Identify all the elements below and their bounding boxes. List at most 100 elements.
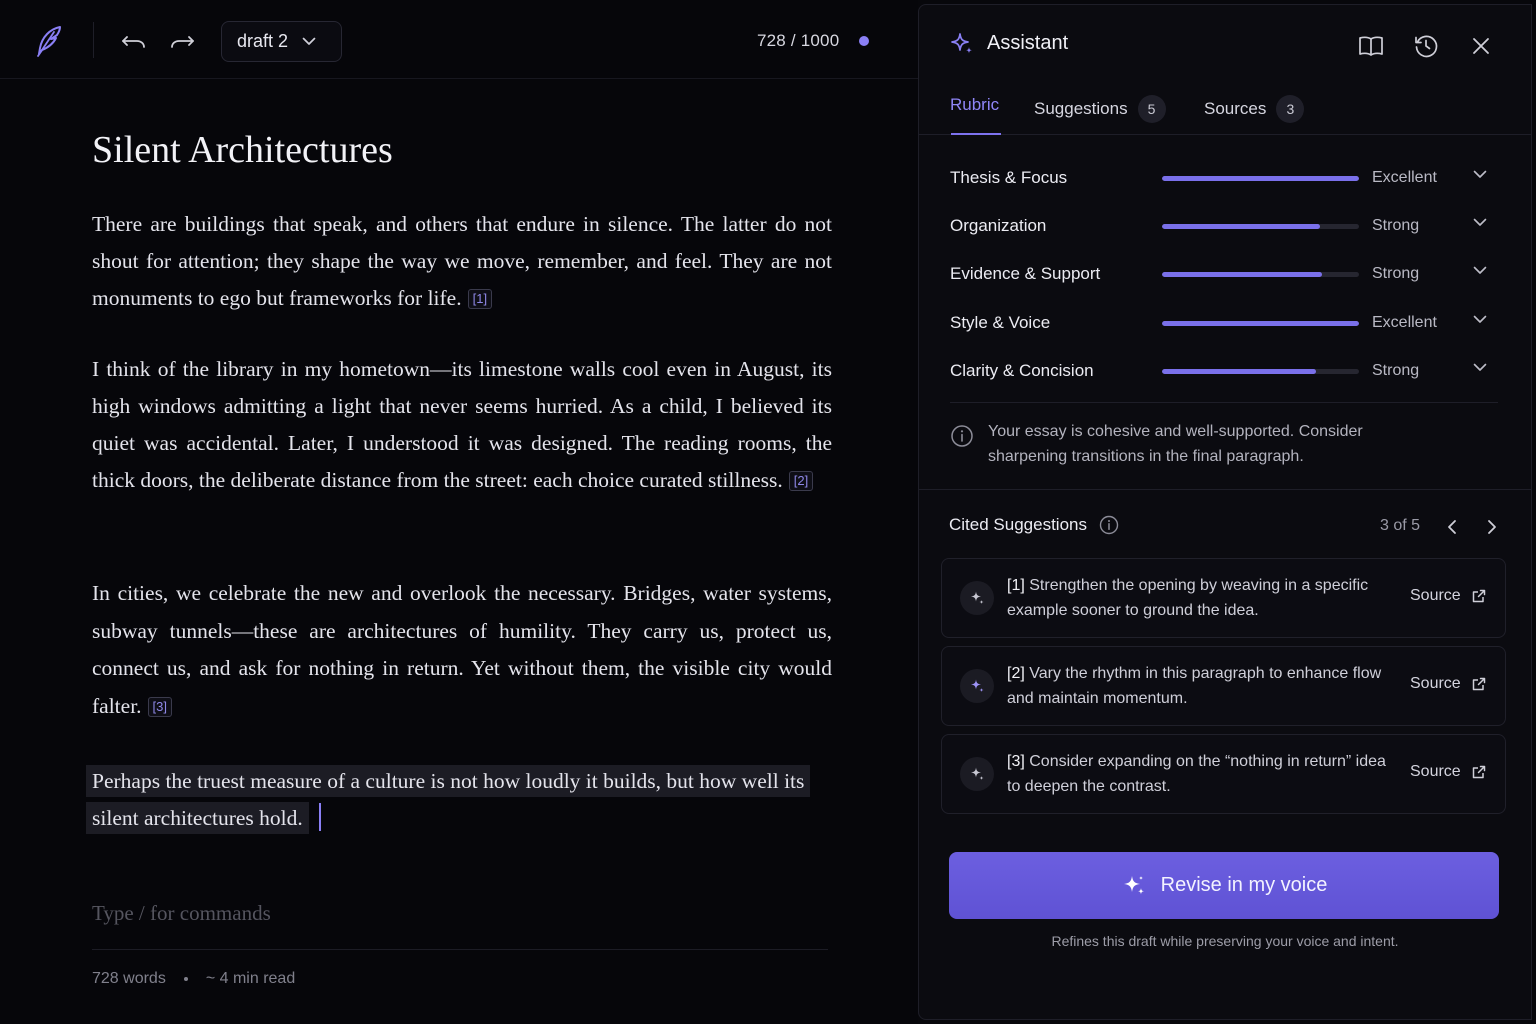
history-icon — [1415, 35, 1438, 58]
suggestion-body: Strengthen the opening by weaving in a s… — [1007, 577, 1369, 619]
source-link[interactable]: Source — [1410, 587, 1487, 605]
chevron-down-icon — [302, 37, 316, 45]
close-icon — [1473, 38, 1489, 54]
rubric-rating: Excellent — [1372, 169, 1437, 186]
source-link[interactable]: Source — [1410, 675, 1487, 693]
citation-marker[interactable]: [3] — [147, 696, 173, 717]
section-divider — [919, 489, 1531, 490]
rubric-score-bar — [1162, 223, 1359, 229]
selection-highlight: Perhaps the truest measure of a culture … — [86, 765, 811, 834]
tab-label: Rubric — [950, 95, 1000, 114]
rubric-label: Thesis & Focus — [950, 168, 1068, 187]
draft-label: draft 2 — [237, 31, 289, 51]
summary-text: Your essay is cohesive and well-supporte… — [988, 423, 1363, 465]
tab-label: Sources — [1204, 99, 1267, 118]
revise-in-my-voice-button[interactable]: Revise in my voice — [949, 852, 1499, 919]
rubric-score-bar — [1162, 271, 1359, 277]
info-icon[interactable] — [1099, 515, 1119, 535]
section-title: Cited Suggestions — [949, 515, 1087, 534]
source-link[interactable]: Source — [1410, 763, 1487, 781]
paragraph-text: In cities, we celebrate the new and over… — [92, 581, 832, 718]
next-suggestion-button[interactable] — [1480, 515, 1504, 539]
selected-paragraph[interactable]: Perhaps the truest measure of a culture … — [86, 763, 852, 837]
suggestion-card[interactable]: [2] Vary the rhythm in this paragraph to… — [941, 646, 1506, 726]
toolbar-divider — [93, 22, 94, 58]
tab-label: Suggestions — [1034, 99, 1128, 118]
text-cursor — [318, 803, 321, 831]
suggestion-card[interactable]: [1] Strengthen the opening by weaving in… — [941, 558, 1506, 638]
rubric-rating: Strong — [1372, 217, 1420, 234]
paragraph[interactable]: There are buildings that speak, and othe… — [92, 206, 832, 317]
citation-marker[interactable]: [2] — [788, 471, 814, 491]
draft-selector[interactable]: draft 2 — [221, 21, 342, 62]
command-input[interactable] — [92, 897, 828, 929]
previous-suggestion-button[interactable] — [1440, 515, 1464, 539]
rubric-label: Style & Voice — [950, 313, 1051, 332]
suggestion-body: Vary the rhythm in this paragraph to enh… — [1007, 665, 1382, 707]
word-count: 728 words — [92, 970, 166, 987]
external-link-icon — [1472, 677, 1485, 691]
separator-dot — [183, 977, 188, 981]
book-icon — [1359, 36, 1383, 56]
rubric-row[interactable]: Style & Voice Excellent — [950, 308, 1500, 338]
rubric-row[interactable]: Evidence & Support Strong — [950, 259, 1500, 289]
suggestion-number: [1] — [1007, 577, 1025, 594]
panel-title: Assistant — [987, 32, 1069, 54]
count-badge: 3 — [1276, 95, 1305, 123]
suggestion-card[interactable]: [3] Consider expanding on the “nothing i… — [941, 734, 1506, 814]
sparkle-icon — [949, 31, 975, 62]
rubric-row[interactable]: Clarity & Concision Strong — [950, 356, 1500, 386]
footer-divider — [92, 949, 828, 950]
tab-rubric[interactable]: Rubric — [950, 95, 999, 115]
close-panel-button[interactable] — [1466, 31, 1496, 61]
cited-suggestions-heading: Cited Suggestions — [949, 515, 1119, 535]
rubric-label: Organization — [950, 216, 1047, 235]
paragraph[interactable]: I think of the library in my hometown—it… — [92, 351, 832, 499]
chevron-down-icon — [1473, 170, 1487, 178]
sparkle-icon — [960, 581, 994, 615]
history-button[interactable] — [1411, 31, 1441, 61]
rubric-score-fill — [1162, 320, 1359, 326]
editor-toolbar: draft 2 728 / 1000 — [0, 0, 918, 79]
assistant-panel: Assistant Rubric Suggestions 5 Sources 3… — [918, 4, 1532, 1020]
document-stats: 728 words ~ 4 min read — [92, 970, 295, 988]
rubric-rating: Excellent — [1372, 314, 1437, 331]
undo-icon — [122, 36, 145, 48]
pager-indicator: 3 of 5 — [1380, 517, 1421, 534]
word-goal-counter: 728 / 1000 — [757, 31, 840, 50]
chevron-left-icon — [1448, 520, 1456, 534]
read-time: ~ 4 min read — [205, 970, 296, 987]
suggestion-body: Consider expanding on the “nothing in re… — [1007, 753, 1386, 795]
rubric-row[interactable]: Organization Strong — [950, 211, 1500, 241]
assistant-tabs: Rubric Suggestions 5 Sources 3 — [919, 85, 1531, 135]
revise-label: Revise in my voice — [1160, 874, 1328, 896]
external-link-icon — [1472, 589, 1485, 603]
source-label: Source — [1410, 675, 1461, 692]
rubric-score-bar — [1162, 320, 1359, 326]
paragraph[interactable]: In cities, we celebrate the new and over… — [92, 575, 832, 725]
suggestion-number: [2] — [1007, 665, 1025, 682]
rubric-score-bar — [1162, 175, 1359, 181]
rubric-row[interactable]: Thesis & Focus Excellent — [950, 163, 1500, 193]
document-title[interactable]: Silent Architectures — [92, 128, 393, 172]
suggestion-number: [3] — [1007, 753, 1025, 770]
library-button[interactable] — [1356, 31, 1386, 61]
tab-suggestions[interactable]: Suggestions 5 — [1034, 95, 1166, 123]
suggestion-text: [1] Strengthen the opening by weaving in… — [1007, 573, 1392, 623]
active-tab-indicator — [951, 133, 1001, 135]
rubric-score-fill — [1162, 175, 1359, 181]
sparkle-icon — [960, 757, 994, 791]
rubric-score-fill — [1162, 271, 1322, 277]
redo-icon — [171, 36, 194, 48]
suggestion-text: [2] Vary the rhythm in this paragraph to… — [1007, 661, 1392, 711]
assistant-header: Assistant — [919, 5, 1531, 83]
tab-sources[interactable]: Sources 3 — [1204, 95, 1305, 123]
rubric-score-bar — [1162, 368, 1359, 374]
undo-button[interactable] — [118, 27, 150, 57]
citation-marker[interactable]: [1] — [467, 289, 493, 309]
redo-button[interactable] — [166, 27, 198, 57]
rubric-score-fill — [1162, 223, 1320, 229]
chevron-right-icon — [1488, 520, 1496, 534]
rubric-divider — [950, 402, 1498, 403]
source-label: Source — [1410, 763, 1461, 780]
